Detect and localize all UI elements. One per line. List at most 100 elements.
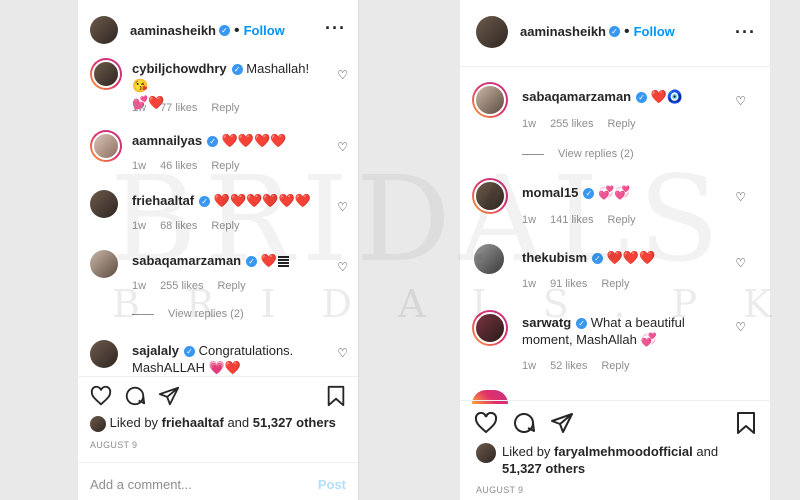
comment-meta: 1w 255 likes Reply (522, 118, 650, 130)
follow-button[interactable]: Follow (244, 23, 285, 38)
heart-icon[interactable]: ♡ (735, 190, 746, 204)
reply-link[interactable]: Reply (211, 160, 239, 172)
comment-likes[interactable]: 52 likes (550, 360, 587, 372)
follow-button[interactable]: Follow (634, 24, 675, 39)
comment-likes[interactable]: 68 likes (160, 220, 197, 232)
comment-username[interactable]: friehaaltaf (132, 193, 194, 208)
comment-likes[interactable]: 255 likes (160, 280, 203, 292)
view-replies-label[interactable]: View replies (2) (168, 308, 244, 320)
reply-link[interactable]: Reply (217, 280, 245, 292)
heart-icon[interactable]: ♡ (337, 346, 348, 360)
liked-by-user[interactable]: friehaaltaf (162, 415, 224, 430)
left-post-panel: aaminasheikh ✓ • Follow ··· cybiljchowdhry ✓… (78, 0, 359, 500)
comment-username[interactable]: sarwatg (522, 315, 571, 330)
comment-username[interactable]: momal15 (522, 185, 578, 200)
avatar[interactable] (90, 340, 118, 368)
comment-likes[interactable]: 141 likes (550, 214, 593, 226)
comment-text: friehaaltaf ✓ ❤️❤️❤️❤️❤️❤️ (132, 192, 332, 209)
verified-icon: ✓ (199, 196, 211, 208)
header-username[interactable]: aaminasheikh (520, 24, 606, 39)
divider (522, 153, 544, 155)
header-user: aaminasheikh ✓ • Follow (130, 22, 285, 40)
comment-likes[interactable]: 255 likes (550, 118, 593, 130)
comment-likes[interactable]: 91 likes (550, 278, 587, 290)
comment-item: cybiljchowdhry ✓ Mashallah! 😘 💕❤️ ♡ 1w 77 l… (78, 58, 358, 118)
comment-username[interactable]: sajalaly (132, 343, 179, 358)
avatar[interactable] (90, 250, 118, 278)
comment-username[interactable]: sabaqamarzaman (132, 253, 241, 268)
comment-body: ❤️❤️❤️❤️ (221, 133, 287, 148)
reply-link[interactable]: Reply (211, 220, 239, 232)
more-options-icon[interactable]: ··· (735, 22, 756, 43)
avatar[interactable] (90, 16, 118, 44)
share-icon[interactable] (158, 385, 180, 407)
verified-icon: ✓ (609, 26, 620, 38)
comment-likes[interactable]: 77 likes (160, 102, 197, 114)
bookmark-icon[interactable] (736, 411, 756, 435)
comment-likes[interactable]: 46 likes (160, 160, 197, 172)
comment-username[interactable]: thekubism (522, 250, 587, 265)
liked-by-and: and (227, 415, 250, 430)
post-date: AUGUST 9 (476, 485, 524, 495)
reply-link[interactable]: Reply (601, 278, 629, 290)
bookmark-icon[interactable] (326, 385, 346, 407)
comment-username[interactable]: aamnailyas (132, 133, 202, 148)
avatar[interactable] (474, 244, 504, 274)
comment-age: 1w (132, 220, 147, 232)
heart-icon[interactable]: ♡ (337, 68, 348, 82)
reply-link[interactable]: Reply (607, 214, 635, 226)
comment-body: Congratulations. (198, 343, 294, 358)
post-date: AUGUST 9 (90, 440, 138, 450)
avatar (90, 415, 106, 432)
liked-by-count[interactable]: 51,327 others (253, 415, 336, 430)
post-header: aaminasheikh ✓ • Follow ··· (460, 0, 770, 67)
liked-by: Liked by friehaaltaf and 51,327 others (90, 415, 352, 432)
avatar[interactable] (90, 58, 122, 90)
avatar[interactable] (90, 190, 118, 218)
reply-link[interactable]: Reply (607, 118, 635, 130)
avatar[interactable] (90, 130, 122, 162)
comment-age: 1w (522, 214, 537, 226)
reply-link[interactable]: Reply (601, 360, 629, 372)
comment-text: sarwatg ✓ What a beautiful moment, MashAll… (522, 314, 732, 348)
view-replies-link[interactable]: View replies (2) (522, 148, 634, 160)
heart-icon[interactable]: ♡ (735, 94, 746, 108)
post-button[interactable]: Post (318, 477, 346, 492)
header-username[interactable]: aaminasheikh (130, 23, 216, 38)
comment-text: sabaqamarzaman ✓ ❤️🧿 (522, 88, 722, 105)
flag-icon (277, 256, 289, 268)
comment-body: What a beautiful (590, 315, 685, 330)
add-comment-input[interactable]: Add a comment... (90, 477, 192, 492)
comment-username[interactable]: sabaqamarzaman (522, 89, 631, 104)
liked-by-count[interactable]: 51,327 others (502, 461, 585, 476)
separator-dot: • (624, 23, 630, 40)
verified-icon: ✓ (592, 253, 604, 265)
reply-link[interactable]: Reply (211, 102, 239, 114)
heart-icon[interactable]: ♡ (735, 320, 746, 334)
view-replies-link[interactable]: View replies (2) (132, 308, 244, 320)
liked-by: Liked by faryalmehmoodofficial and 51,327… (502, 443, 742, 477)
comment-item: sarwatg ✓ What a beautiful moment, MashAll… (460, 310, 770, 376)
view-replies-label[interactable]: View replies (2) (558, 148, 634, 160)
like-icon[interactable] (474, 411, 498, 435)
liked-by-and: and (696, 444, 719, 459)
heart-icon[interactable]: ♡ (337, 260, 348, 274)
comment-icon[interactable] (124, 385, 146, 407)
avatar[interactable] (472, 310, 508, 346)
avatar[interactable] (476, 16, 508, 48)
comment-username[interactable]: cybiljchowdhry (132, 61, 227, 76)
like-icon[interactable] (90, 385, 112, 407)
comment-icon[interactable] (512, 411, 536, 435)
comment-meta: 1w 255 likes Reply (132, 280, 260, 292)
avatar[interactable] (472, 178, 508, 214)
heart-icon[interactable]: ♡ (337, 140, 348, 154)
more-options-icon[interactable]: ··· (325, 18, 346, 39)
avatar[interactable] (472, 82, 508, 118)
verified-icon: ✓ (246, 256, 258, 268)
share-icon[interactable] (550, 411, 574, 435)
heart-icon[interactable]: ♡ (735, 256, 746, 270)
comment-item: sajalaly ✓ Congratulations. MashALLAH 💗❤️ … (78, 340, 358, 376)
heart-icon[interactable]: ♡ (337, 200, 348, 214)
liked-by-user[interactable]: faryalmehmoodofficial (554, 444, 693, 459)
verified-icon: ✓ (636, 92, 648, 104)
